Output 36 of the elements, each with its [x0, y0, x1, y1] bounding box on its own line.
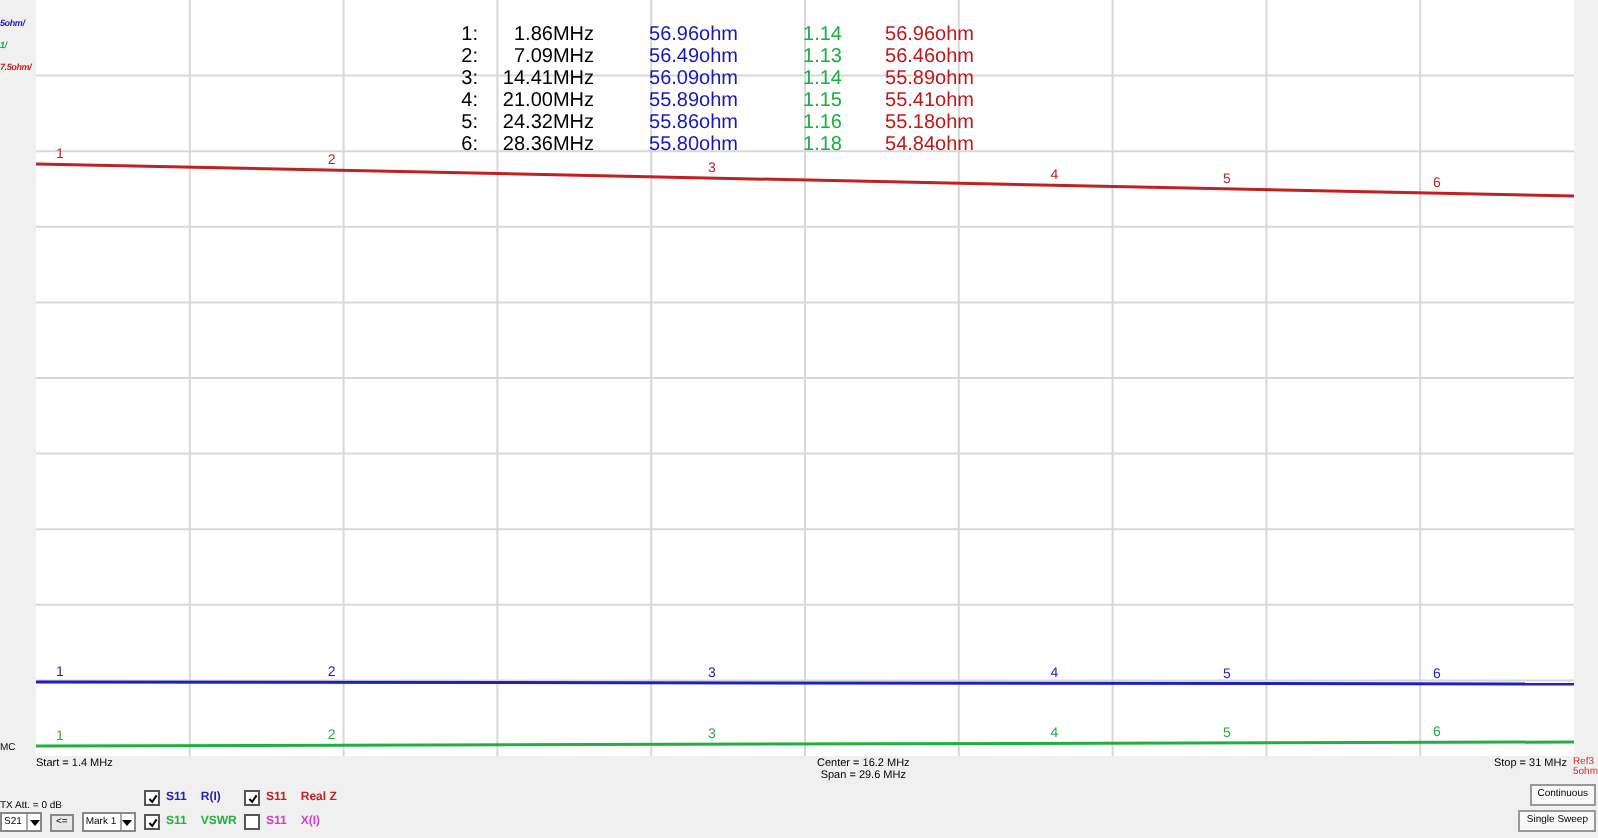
checkbox[interactable]: [144, 790, 160, 806]
marker-resistance: 55.80ohm: [647, 134, 738, 156]
marker-frequency: 24.32MHz: [500, 112, 594, 134]
marker-real-z: 56.46ohm: [883, 46, 974, 68]
marker-index: 1:: [459, 24, 478, 46]
checkbox[interactable]: [244, 790, 260, 806]
marker-resistance: 56.49ohm: [647, 46, 738, 68]
marker-frequency: 21.00MHz: [500, 90, 594, 112]
marker-real-z: 54.84ohm: [883, 134, 974, 156]
marker-real-z: 55.89ohm: [883, 68, 974, 90]
marker-resistance: 56.96ohm: [647, 24, 738, 46]
marker-swr: 1.14: [801, 68, 842, 90]
marker-index: 4:: [459, 90, 478, 112]
marker-real-z: 55.18ohm: [883, 112, 974, 134]
marker-swr: 1.16: [801, 112, 842, 134]
marker-swr: 1.14: [801, 24, 842, 46]
marker-frequency: 1.86MHz: [511, 24, 594, 46]
marker-index: 3:: [459, 68, 478, 90]
checkbox[interactable]: [144, 814, 160, 830]
marker-swr: 1.13: [801, 46, 842, 68]
marker-index: 6:: [459, 134, 478, 156]
checkbox[interactable]: [244, 814, 260, 830]
marker-frequency: 7.09MHz: [511, 46, 594, 68]
marker-index: 5:: [459, 112, 478, 134]
dropdown-arrow-icon[interactable]: [26, 814, 40, 830]
marker-real-z: 55.41ohm: [883, 90, 974, 112]
marker-real-z: 56.96ohm: [883, 24, 974, 46]
marker-frequency: 14.41MHz: [500, 68, 594, 90]
marker-index: 2:: [459, 46, 478, 68]
marker-frequency: 28.36MHz: [500, 134, 594, 156]
dropdown-arrow-icon[interactable]: [119, 814, 134, 830]
marker-resistance: 56.09ohm: [647, 68, 738, 90]
marker-swr: 1.15: [801, 90, 842, 112]
marker-resistance: 55.89ohm: [647, 90, 738, 112]
marker-swr: 1.18: [801, 134, 842, 156]
marker-resistance: 55.86ohm: [647, 112, 738, 134]
